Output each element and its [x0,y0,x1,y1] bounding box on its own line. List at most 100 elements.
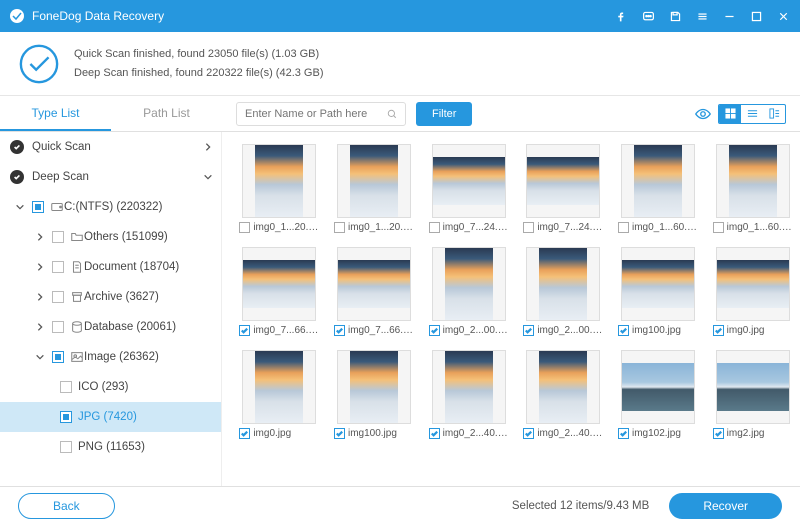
thumbnail-image [621,350,695,424]
menu-icon[interactable] [696,10,709,23]
file-checkbox[interactable] [618,222,629,233]
tree-quick-scan[interactable]: Quick Scan [0,132,221,162]
checkbox[interactable] [52,351,64,363]
close-icon[interactable] [777,10,790,23]
tree-ico[interactable]: ICO (293) [0,372,221,402]
filter-button[interactable]: Filter [416,102,472,126]
file-checkbox[interactable] [429,222,440,233]
tree-jpg[interactable]: JPG (7420) [0,402,221,432]
file-checkbox[interactable] [618,428,629,439]
preview-icon[interactable] [694,105,712,123]
view-detail-button[interactable] [763,105,785,123]
back-button[interactable]: Back [18,493,115,519]
file-name: img100.jpg [632,325,681,336]
file-thumbnail[interactable]: img0.jpg [709,247,796,336]
file-checkbox[interactable] [239,325,250,336]
file-thumbnail[interactable]: img0_1...60.jpg [709,144,796,233]
file-checkbox[interactable] [713,222,724,233]
chevron-right-icon [203,142,213,152]
deep-scan-summary: Deep Scan finished, found 220322 file(s)… [74,64,323,83]
tree-archive[interactable]: Archive (3627) [0,282,221,312]
tree-document[interactable]: Document (18704) [0,252,221,282]
file-name: img0.jpg [727,325,765,336]
file-thumbnail[interactable]: img2.jpg [709,350,796,439]
checkbox[interactable] [60,441,72,453]
file-thumbnail[interactable]: img0_2...00.jpg [425,247,512,336]
file-thumbnail[interactable]: img0_7...66.jpg [331,247,418,336]
search-box[interactable] [236,102,406,126]
view-toggle [718,104,786,124]
file-checkbox[interactable] [429,428,440,439]
file-checkbox[interactable] [713,428,724,439]
file-name: img0_7...66.jpg [253,325,319,336]
tree-database[interactable]: Database (20061) [0,312,221,342]
quick-scan-summary: Quick Scan finished, found 23050 file(s)… [74,45,323,64]
checkbox[interactable] [52,261,64,273]
thumbnail-image [432,350,506,424]
thumbnail-image [337,350,411,424]
save-icon[interactable] [669,10,682,23]
chevron-right-icon [35,262,45,272]
tab-type-list[interactable]: Type List [0,97,111,131]
footer: Back Selected 12 items/9.43 MB Recover [0,486,800,524]
facebook-icon[interactable] [615,10,628,23]
recover-button[interactable]: Recover [669,493,782,519]
tree-deep-scan[interactable]: Deep Scan [0,162,221,192]
minimize-icon[interactable] [723,10,736,23]
checkbox[interactable] [52,231,64,243]
app-title: FoneDog Data Recovery [32,9,615,23]
file-checkbox[interactable] [239,222,250,233]
chevron-down-icon [15,202,25,212]
chevron-down-icon [35,352,45,362]
file-thumbnail[interactable]: img102.jpg [615,350,702,439]
file-thumbnail[interactable]: img0_1...20.jpg [236,144,323,233]
file-thumbnail[interactable]: img0_7...24.jpg [520,144,607,233]
tree-png[interactable]: PNG (11653) [0,432,221,462]
file-thumbnail[interactable]: img0_2...40.jpg [520,350,607,439]
tab-path-list[interactable]: Path List [111,97,222,131]
checkbox[interactable] [52,321,64,333]
scan-complete-icon [18,43,60,85]
drive-icon [50,200,64,214]
file-name: img0_7...66.jpg [348,325,414,336]
file-thumbnail[interactable]: img0_2...00.jpg [520,247,607,336]
file-checkbox[interactable] [618,325,629,336]
file-thumbnail[interactable]: img100.jpg [615,247,702,336]
file-checkbox[interactable] [523,325,534,336]
tree-others[interactable]: Others (151099) [0,222,221,252]
file-thumbnail[interactable]: img0.jpg [236,350,323,439]
file-checkbox[interactable] [334,325,345,336]
search-input[interactable] [245,108,387,120]
file-checkbox[interactable] [334,428,345,439]
file-thumbnail[interactable]: img0_1...20.jpg [331,144,418,233]
file-checkbox[interactable] [429,325,440,336]
file-thumbnail[interactable]: img0_7...24.jpg [425,144,512,233]
file-checkbox[interactable] [334,222,345,233]
tree-image[interactable]: Image (26362) [0,342,221,372]
checkbox[interactable] [52,291,64,303]
file-checkbox[interactable] [523,222,534,233]
file-name: img0_2...40.jpg [443,428,509,439]
file-thumbnail[interactable]: img0_1...60.jpg [615,144,702,233]
file-name: img0_7...24.jpg [537,222,603,233]
checkbox[interactable] [32,201,44,213]
thumbnail-image [621,144,695,218]
file-checkbox[interactable] [523,428,534,439]
file-thumbnail[interactable]: img0_2...40.jpg [425,350,512,439]
thumbnail-image [432,247,506,321]
file-checkbox[interactable] [239,428,250,439]
file-thumbnail[interactable]: img0_7...66.jpg [236,247,323,336]
feedback-icon[interactable] [642,10,655,23]
file-name: img0_1...60.jpg [727,222,793,233]
checkbox[interactable] [60,381,72,393]
checkbox[interactable] [60,411,72,423]
image-icon [70,350,84,364]
file-checkbox[interactable] [713,325,724,336]
view-grid-button[interactable] [719,105,741,123]
maximize-icon[interactable] [750,10,763,23]
file-thumbnail[interactable]: img100.jpg [331,350,418,439]
chevron-right-icon [35,322,45,332]
thumbnail-image [242,247,316,321]
tree-drive[interactable]: C:(NTFS) (220322) [0,192,221,222]
view-list-button[interactable] [741,105,763,123]
